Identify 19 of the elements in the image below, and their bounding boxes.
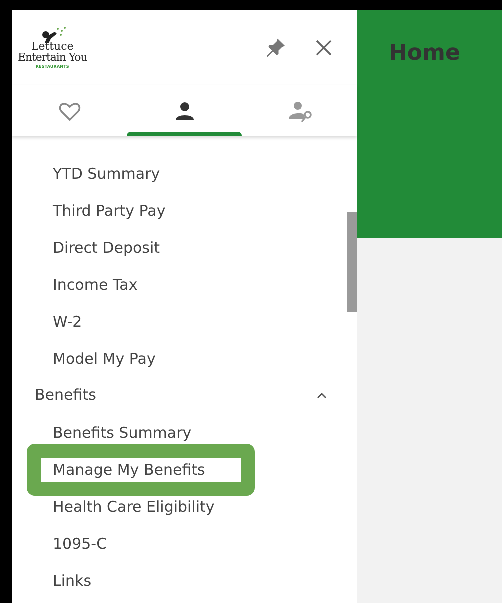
nav-link[interactable]: YTD Summary: [53, 164, 160, 184]
logo-text: Entertain You: [18, 52, 88, 63]
pin-icon[interactable]: [265, 36, 287, 58]
nav-link[interactable]: Direct Deposit: [53, 238, 160, 258]
close-icon[interactable]: [315, 38, 333, 56]
nav-link[interactable]: Third Party Pay: [53, 200, 166, 220]
page-title: Home: [389, 41, 460, 66]
nav-link[interactable]: Income Tax: [53, 274, 138, 294]
nav-link[interactable]: 1095-C: [53, 534, 108, 554]
nav-link[interactable]: Benefits Summary: [53, 422, 192, 442]
nav-link[interactable]: Model My Pay: [53, 348, 156, 368]
nav-link[interactable]: W-2: [53, 312, 82, 332]
nav-link[interactable]: Links: [53, 570, 92, 590]
scrollbar-thumb[interactable]: [347, 212, 357, 312]
nav-link[interactable]: Manage My Benefits: [53, 458, 206, 480]
nav-group-header[interactable]: Benefits: [12, 377, 357, 414]
logo-text: Lettuce: [31, 41, 74, 52]
chevron-icon: [317, 392, 327, 398]
nav-link[interactable]: Health Care Eligibility: [53, 496, 215, 516]
